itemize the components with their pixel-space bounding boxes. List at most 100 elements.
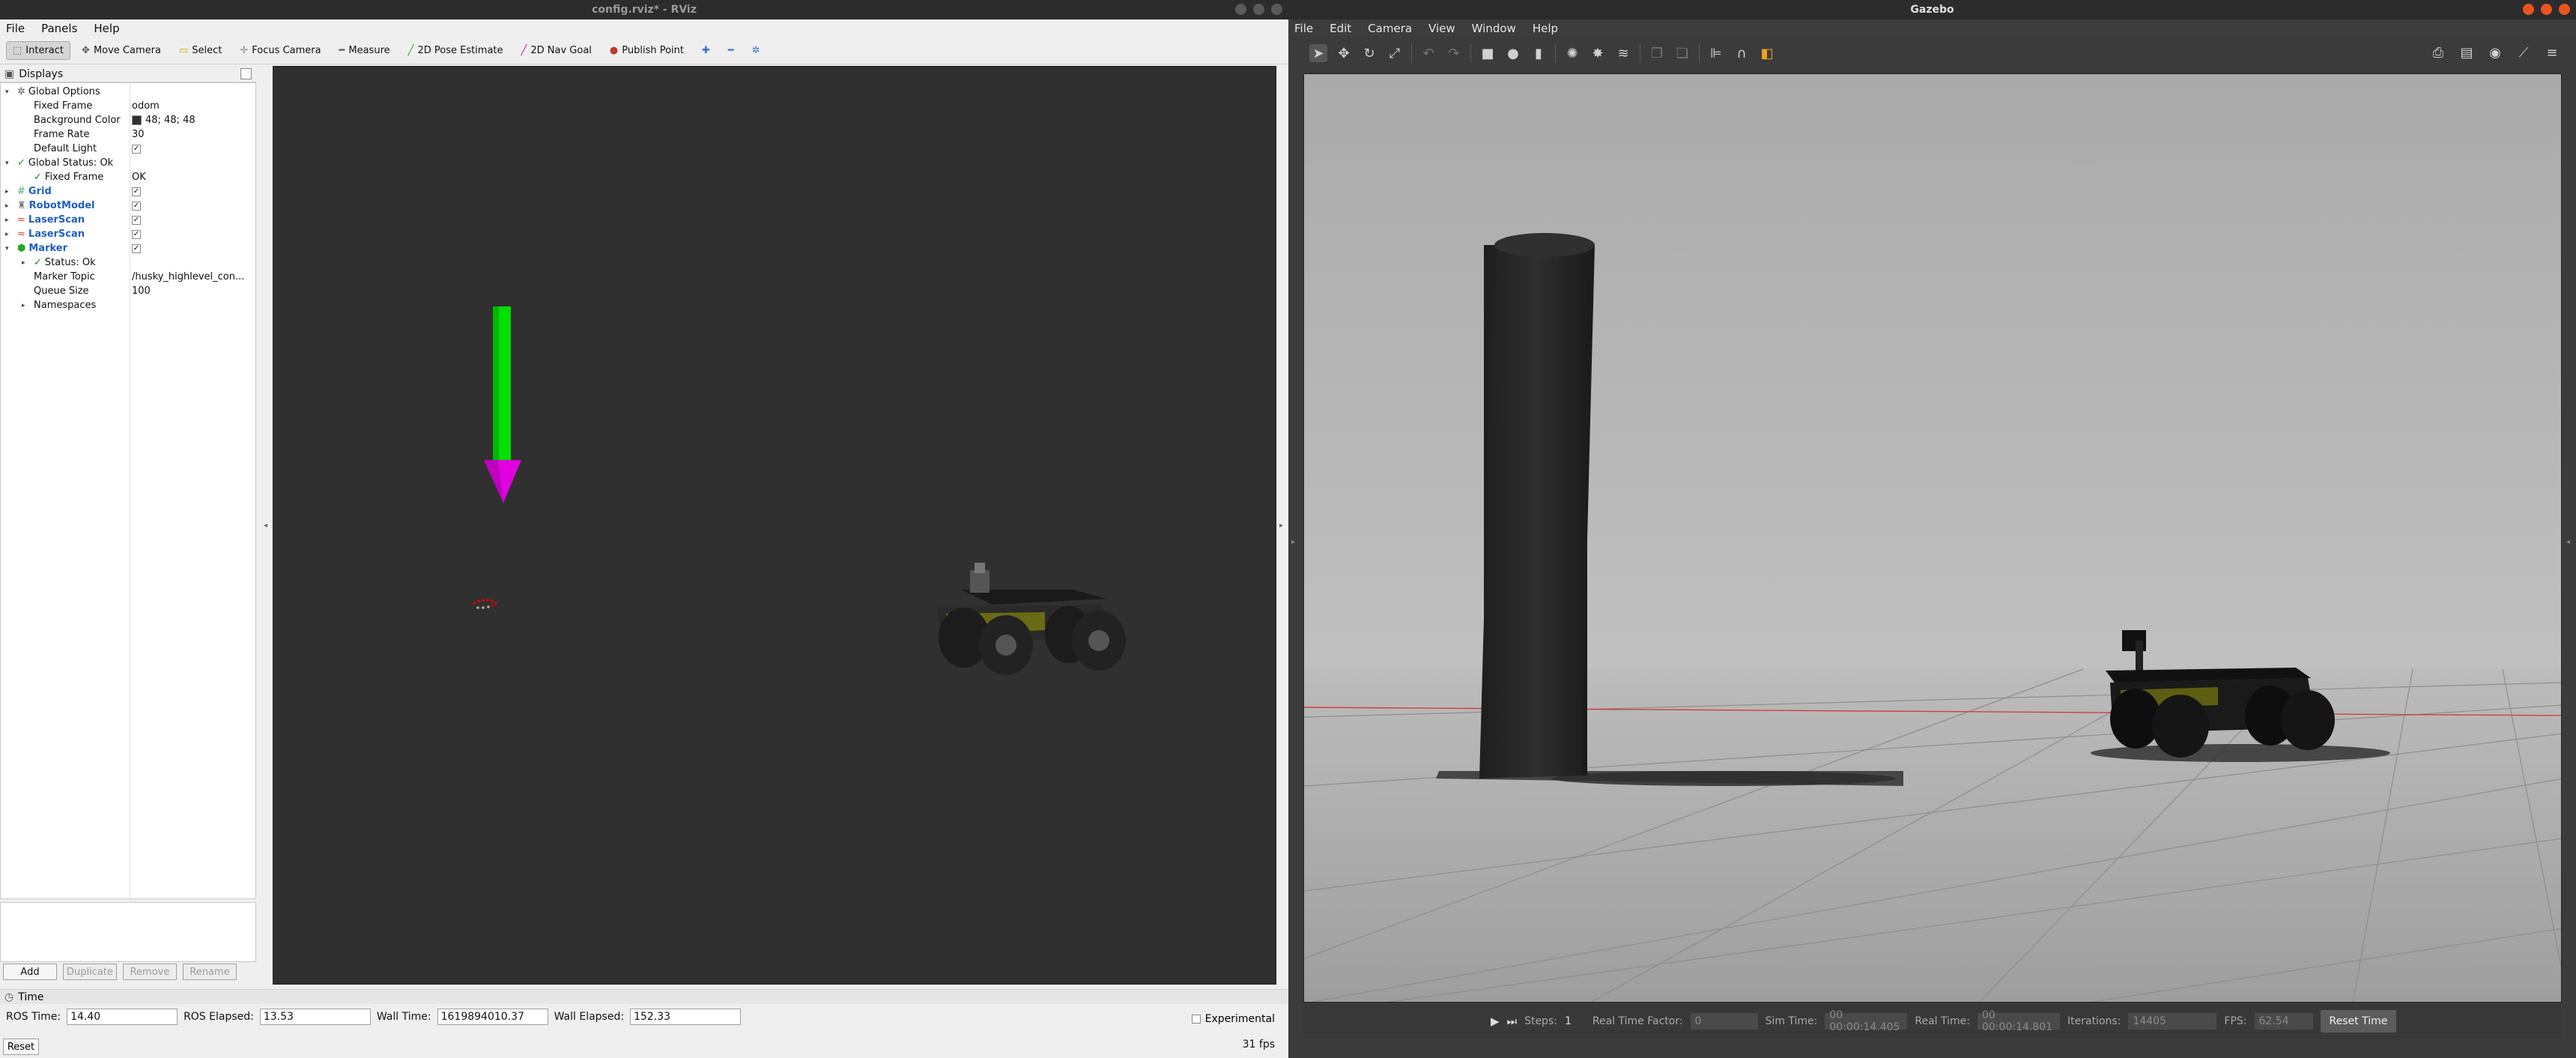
change-view-icon[interactable]: ◧ <box>1758 44 1776 62</box>
tool-interact[interactable]: ⬚ Interact <box>6 41 71 60</box>
reset-button[interactable]: Reset <box>3 1039 39 1055</box>
box-shape-icon[interactable]: ■ <box>1479 44 1497 62</box>
ros-elapsed-field[interactable]: 13.53 <box>259 1009 371 1025</box>
tool-select[interactable]: ▭ Select <box>172 41 228 60</box>
expand-right-icon[interactable]: ▸ <box>5 188 9 196</box>
expand-down-icon[interactable]: ▾ <box>5 245 9 253</box>
tree-row-background-color[interactable]: Background Color 48; 48; 48 <box>1 113 255 127</box>
menu-help[interactable]: Help <box>1533 22 1558 35</box>
experimental-checkbox[interactable] <box>1191 1015 1201 1024</box>
expand-right-icon[interactable]: ▸ <box>5 231 9 238</box>
tool-2d-pose-estimate[interactable]: ╱ 2D Pose Estimate <box>401 41 510 60</box>
screenshot-camera-icon[interactable]: ⎙ <box>2429 43 2447 61</box>
wall-time-field[interactable]: 1619894010.37 <box>437 1009 548 1025</box>
tool-settings[interactable]: ✲ <box>745 41 767 60</box>
default-light-checkbox[interactable]: ✓ <box>132 144 141 154</box>
experimental-option[interactable]: Experimental <box>1191 1013 1275 1025</box>
expand-right-icon[interactable]: ▸ <box>22 302 25 309</box>
collapse-right-icon[interactable]: ▸ <box>1279 522 1283 530</box>
more-icon[interactable]: ≡ <box>2543 43 2561 61</box>
cylinder-shape-icon[interactable]: ▮ <box>1530 44 1548 62</box>
tree-row-grid[interactable]: ▸ # Grid ✓ <box>1 184 255 199</box>
translate-icon[interactable]: ✥ <box>1335 44 1353 62</box>
close-button[interactable] <box>1271 4 1282 15</box>
remove-display-button[interactable]: Remove <box>123 964 177 980</box>
tree-row-frame-rate[interactable]: Frame Rate 30 <box>1 127 255 142</box>
rotate-icon[interactable]: ↻ <box>1360 44 1378 62</box>
side-panel-handle-right[interactable]: ◂ <box>2566 538 2570 546</box>
grid-checkbox[interactable]: ✓ <box>132 187 141 196</box>
expand-right-icon[interactable]: ▸ <box>5 202 9 210</box>
sphere-shape-icon[interactable]: ● <box>1504 44 1522 62</box>
tree-row-marker-topic[interactable]: Marker Topic /husky_highlevel_con... <box>1 270 255 284</box>
tree-row-fixed-frame[interactable]: Fixed Frame odom <box>1 99 255 113</box>
panel-close-button[interactable] <box>240 68 252 79</box>
tree-row-namespaces[interactable]: ▸ Namespaces <box>1 298 255 312</box>
color-swatch[interactable] <box>132 115 142 125</box>
minimize-button[interactable] <box>1235 4 1246 15</box>
tree-row-default-light[interactable]: Default Light ✓ <box>1 142 255 156</box>
menu-camera[interactable]: Camera <box>1368 22 1412 35</box>
tool-focus-camera[interactable]: ✛ Focus Camera <box>233 41 327 60</box>
reset-time-button[interactable]: Reset Time <box>2320 1010 2397 1033</box>
paste-icon[interactable]: ❏ <box>1673 44 1691 62</box>
maximize-button[interactable] <box>1253 4 1264 15</box>
redo-icon[interactable]: ↷ <box>1445 44 1463 62</box>
expand-down-icon[interactable]: ▾ <box>5 160 9 167</box>
expand-down-icon[interactable]: ▾ <box>5 88 9 96</box>
tool-add-tool-plus[interactable]: ✚ <box>695 41 717 60</box>
tree-row-robotmodel[interactable]: ▸ ♜ RobotModel ✓ <box>1 199 255 213</box>
minimize-button[interactable] <box>2523 4 2534 15</box>
rename-display-button[interactable]: Rename <box>183 964 237 980</box>
scale-icon[interactable]: ⤢ <box>1386 44 1404 62</box>
tree-row-queue-size[interactable]: Queue Size 100 <box>1 284 255 298</box>
laserscan-2-checkbox[interactable]: ✓ <box>132 229 141 239</box>
expand-right-icon[interactable]: ▸ <box>5 217 9 224</box>
menu-file[interactable]: File <box>6 22 25 35</box>
rviz-3d-view[interactable] <box>273 66 1276 985</box>
add-display-button[interactable]: Add <box>3 964 57 980</box>
play-icon[interactable]: ▶ <box>1491 1015 1500 1028</box>
tree-row-status-fixed-frame[interactable]: ✓ Fixed Frame OK <box>1 170 255 184</box>
side-panel-handle[interactable]: ▸ <box>1291 538 1295 546</box>
spot-light-icon[interactable]: ✸ <box>1589 44 1607 62</box>
menu-help[interactable]: Help <box>94 22 119 35</box>
align-icon[interactable]: ⊫ <box>1707 44 1725 62</box>
menu-window[interactable]: Window <box>1472 22 1516 35</box>
collapse-left-icon[interactable]: ◂ <box>264 522 267 530</box>
log-icon[interactable]: ▤ <box>2458 43 2476 61</box>
tree-row-laserscan-1[interactable]: ▸ ≈ LaserScan ✓ <box>1 213 255 227</box>
menu-file[interactable]: File <box>1294 22 1313 35</box>
step-icon[interactable]: ⏭ <box>1507 1015 1518 1028</box>
tree-row-marker-status[interactable]: ▸ ✓ Status: Ok <box>1 256 255 270</box>
maximize-button[interactable] <box>2541 4 2552 15</box>
gazebo-3d-view[interactable] <box>1303 73 2562 1003</box>
plot-icon[interactable]: ⟋ <box>2515 43 2533 61</box>
tool-remove-tool-minus[interactable]: ━ <box>721 41 741 60</box>
robotmodel-checkbox[interactable]: ✓ <box>132 201 141 211</box>
wall-elapsed-field[interactable]: 152.33 <box>630 1009 742 1025</box>
laserscan-1-checkbox[interactable]: ✓ <box>132 215 141 225</box>
tool-publish-point[interactable]: ● Publish Point <box>603 41 691 60</box>
tree-row-laserscan-2[interactable]: ▸ ≈ LaserScan ✓ <box>1 227 255 241</box>
select-arrow-icon[interactable]: ➤ <box>1309 44 1327 62</box>
directional-light-icon[interactable]: ≋ <box>1614 44 1632 62</box>
video-record-icon[interactable]: ◉ <box>2486 43 2504 61</box>
menu-panels[interactable]: Panels <box>41 22 77 35</box>
point-light-icon[interactable]: ✺ <box>1563 44 1581 62</box>
tool-move-camera[interactable]: ✥ Move Camera <box>75 41 168 60</box>
tool-measure[interactable]: ━ Measure <box>333 41 397 60</box>
duplicate-display-button[interactable]: Duplicate <box>63 964 117 980</box>
menu-view[interactable]: View <box>1428 22 1455 35</box>
tree-row-global-options[interactable]: ▾ ✲ Global Options <box>1 85 255 99</box>
tool-2d-nav-goal[interactable]: ╱ 2D Nav Goal <box>515 41 598 60</box>
tree-row-marker[interactable]: ▾ ⬢ Marker ✓ <box>1 241 255 256</box>
steps-spinbox[interactable]: 1 <box>1565 1015 1572 1027</box>
snap-icon[interactable]: ∩ <box>1733 44 1751 62</box>
tree-row-global-status[interactable]: ▾ ✓ Global Status: Ok <box>1 156 255 170</box>
close-button[interactable] <box>2559 4 2570 15</box>
undo-icon[interactable]: ↶ <box>1419 44 1437 62</box>
expand-right-icon[interactable]: ▸ <box>22 259 25 267</box>
marker-checkbox[interactable]: ✓ <box>132 244 141 253</box>
menu-edit[interactable]: Edit <box>1330 22 1351 35</box>
